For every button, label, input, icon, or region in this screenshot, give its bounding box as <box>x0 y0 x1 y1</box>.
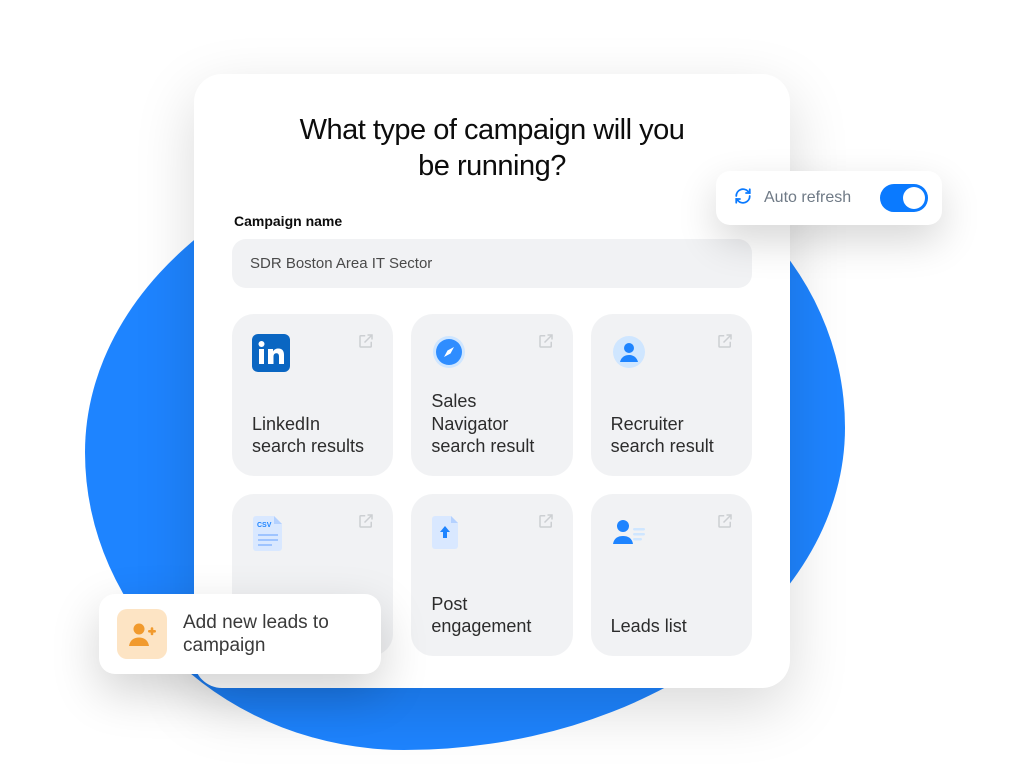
external-link-icon <box>716 332 734 355</box>
tile-sales-navigator[interactable]: Sales Navigator search result <box>411 314 572 476</box>
tile-recruiter[interactable]: Recruiter search result <box>591 314 752 476</box>
page-title: What type of campaign will you be runnin… <box>282 112 702 185</box>
campaign-name-label: Campaign name <box>234 213 752 229</box>
refresh-icon <box>734 187 752 210</box>
add-person-icon <box>117 609 167 659</box>
auto-refresh-chip: Auto refresh <box>716 171 942 225</box>
external-link-icon <box>716 512 734 535</box>
person-circle-icon <box>611 334 651 374</box>
toggle-knob <box>903 187 925 209</box>
tile-linkedin-search-results[interactable]: LinkedIn search results <box>232 314 393 476</box>
upload-file-icon <box>431 514 471 554</box>
compass-icon <box>431 334 471 374</box>
tile-post-engagement[interactable]: Post engagement <box>411 494 572 656</box>
external-link-icon <box>537 512 555 535</box>
svg-text:CSV: CSV <box>257 522 272 529</box>
add-leads-chip[interactable]: Add new leads to campaign <box>99 594 381 674</box>
tile-label: Leads list <box>611 615 734 638</box>
tile-label: LinkedIn search results <box>252 413 375 458</box>
external-link-icon <box>357 512 375 535</box>
csv-file-icon: CSV <box>252 514 292 554</box>
tile-label: Post engagement <box>431 593 554 638</box>
tile-leads-list[interactable]: Leads list <box>591 494 752 656</box>
auto-refresh-label: Auto refresh <box>764 189 868 207</box>
person-list-icon <box>611 514 651 554</box>
tile-label: Sales Navigator search result <box>431 390 554 458</box>
linkedin-icon <box>252 334 292 374</box>
external-link-icon <box>357 332 375 355</box>
tile-label: Recruiter search result <box>611 413 734 458</box>
campaign-name-input[interactable] <box>232 239 752 288</box>
auto-refresh-toggle[interactable] <box>880 184 928 212</box>
external-link-icon <box>537 332 555 355</box>
add-leads-label: Add new leads to campaign <box>183 611 363 657</box>
